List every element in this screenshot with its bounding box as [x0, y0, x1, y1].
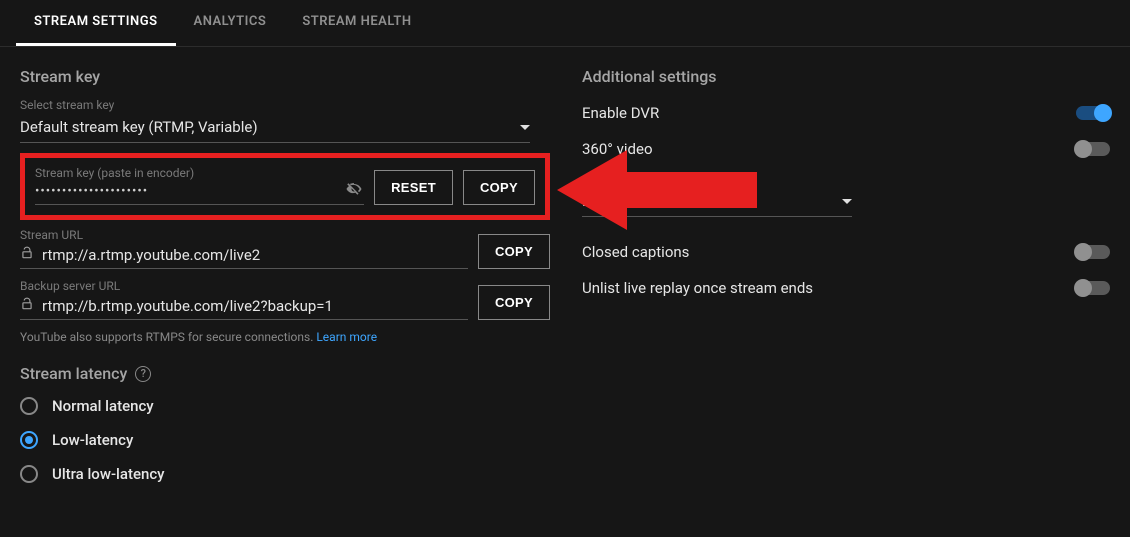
enable-dvr-toggle[interactable]	[1076, 106, 1110, 120]
tab-analytics[interactable]: ANALYTICS	[176, 0, 285, 46]
latency-radio-group: Normal latency Low-latency Ultra low-lat…	[20, 397, 560, 483]
learn-more-link[interactable]: Learn more	[316, 330, 377, 344]
open-lock-icon	[20, 297, 34, 315]
tab-stream-health[interactable]: STREAM HEALTH	[284, 0, 429, 46]
360-video-toggle[interactable]	[1076, 142, 1110, 156]
copy-backup-button[interactable]: COPY	[478, 285, 550, 320]
latency-low-option[interactable]: Low-latency	[20, 431, 560, 449]
added-delay-label: Added delay	[582, 172, 1110, 186]
enable-dvr-label: Enable DVR	[582, 104, 659, 122]
tab-stream-settings[interactable]: STREAM SETTINGS	[16, 0, 176, 46]
chevron-down-icon	[842, 199, 852, 204]
copy-key-button[interactable]: COPY	[463, 170, 535, 205]
stream-url-value: rtmp://a.rtmp.youtube.com/live2	[42, 246, 260, 264]
radio-icon	[20, 397, 38, 415]
closed-captions-label: Closed captions	[582, 243, 689, 261]
added-delay-value: None	[582, 192, 618, 210]
latency-normal-option[interactable]: Normal latency	[20, 397, 560, 415]
stream-key-heading: Stream key	[20, 67, 560, 86]
unlist-replay-label: Unlist live replay once stream ends	[582, 279, 813, 297]
help-icon[interactable]: ?	[135, 366, 151, 382]
stream-key-input-label: Stream key (paste in encoder)	[35, 166, 364, 180]
chevron-down-icon	[520, 125, 530, 130]
backup-url-value: rtmp://b.rtmp.youtube.com/live2?backup=1	[42, 297, 333, 315]
tab-bar: STREAM SETTINGS ANALYTICS STREAM HEALTH	[0, 0, 1130, 47]
radio-icon	[20, 465, 38, 483]
closed-captions-toggle[interactable]	[1076, 245, 1110, 259]
visibility-off-icon[interactable]	[344, 179, 364, 203]
stream-latency-heading: Stream latency	[20, 364, 127, 383]
stream-key-highlight-box: Stream key (paste in encoder) ••••••••••…	[20, 153, 550, 220]
open-lock-icon	[20, 246, 34, 264]
360-video-label: 360° video	[582, 140, 653, 158]
latency-ultra-option[interactable]: Ultra low-latency	[20, 465, 560, 483]
stream-key-input[interactable]: •••••••••••••••••••••	[35, 184, 148, 199]
latency-ultra-label: Ultra low-latency	[52, 465, 165, 483]
stream-key-select[interactable]: Default stream key (RTMP, Variable)	[20, 114, 530, 143]
radio-icon	[20, 431, 38, 449]
stream-url-label: Stream URL	[20, 228, 468, 242]
latency-low-label: Low-latency	[52, 431, 133, 449]
stream-key-select-value: Default stream key (RTMP, Variable)	[20, 118, 258, 136]
backup-url-label: Backup server URL	[20, 279, 468, 293]
rtmps-note: YouTube also supports RTMPS for secure c…	[20, 330, 560, 344]
select-stream-key-label: Select stream key	[20, 98, 560, 112]
copy-url-button[interactable]: COPY	[478, 234, 550, 269]
added-delay-select[interactable]: None	[582, 188, 852, 217]
additional-settings-heading: Additional settings	[582, 67, 1110, 86]
latency-normal-label: Normal latency	[52, 397, 154, 415]
reset-button[interactable]: RESET	[374, 170, 453, 205]
unlist-replay-toggle[interactable]	[1076, 281, 1110, 295]
